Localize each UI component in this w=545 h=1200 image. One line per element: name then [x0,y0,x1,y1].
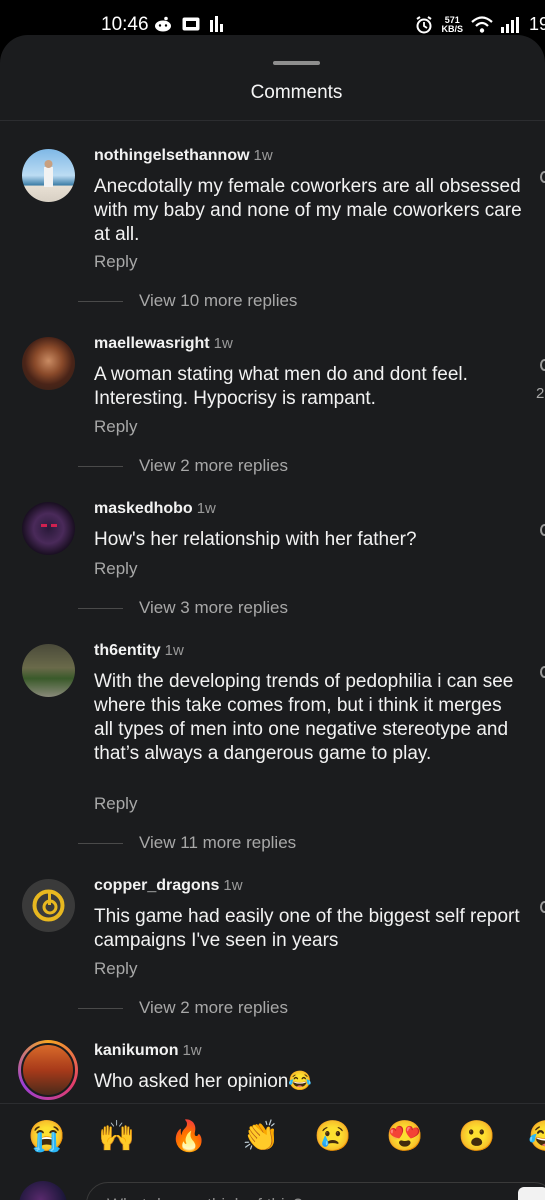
reply-button[interactable]: Reply [94,252,137,272]
emoji-raised-hands[interactable]: 🙌 [98,1120,135,1154]
comment-username[interactable]: copper_dragons [94,877,219,894]
replies-divider [78,300,123,302]
like-icon[interactable] [540,666,545,678]
comment-username-line: maskedhobo 1w [94,500,216,518]
comments-sheet: Comments nothingelsethannow 1w Anecdotall… [0,35,545,1200]
view-replies-label: View 2 more replies [139,456,288,475]
like-icon[interactable] [540,524,545,536]
comment-text: How's her relationship with her father? [94,529,417,550]
comment-username[interactable]: maskedhobo [94,500,193,517]
status-right-icons: 571 KB/S 19 [415,14,545,35]
emoji-fire[interactable]: 🔥 [170,1120,207,1154]
gb-badge-icon [182,17,200,31]
wifi-icon [471,15,493,33]
comment-timestamp: 1w [253,147,273,164]
comment-input[interactable]: What do you think of this? [86,1182,545,1200]
comment-timestamp: 1w [164,642,184,659]
gif-sticker-icon[interactable] [518,1187,545,1200]
emoji-sad[interactable]: 😢 [314,1120,351,1154]
sheet-title: Comments [250,82,343,103]
comment-username[interactable]: kanikumon [94,1042,178,1059]
avatar-image [21,1043,75,1097]
cellular-icon [500,16,519,33]
view-more-replies[interactable]: View 2 more replies [78,456,288,476]
comment-username-line: th6entity 1w [94,642,184,660]
view-replies-label: View 2 more replies [139,998,288,1017]
reddit-icon [155,16,171,32]
emoji-laughing[interactable]: 😂 [528,1120,545,1154]
comment-composer: What do you think of this? [0,1173,545,1200]
view-replies-label: View 11 more replies [139,833,297,852]
comment-username-line: maellewasright 1w [94,335,233,353]
network-speed-unit: KB/S [441,23,463,34]
emoji-crying[interactable]: 😭 [28,1120,65,1154]
emoji-reaction-bar: 😭 🙌 🔥 👏 😢 😍 😮 😂 [0,1103,545,1173]
replies-divider [78,607,123,609]
comment-timestamp: 1w [223,877,243,894]
like-count: 2 [536,385,545,402]
emoji-heart-eyes[interactable]: 😍 [386,1120,423,1154]
replies-divider [78,842,123,844]
reply-button[interactable]: Reply [94,559,137,579]
comment-username-line: kanikumon 1w [94,1042,202,1060]
avatar[interactable] [22,149,75,202]
like-icon[interactable] [540,359,545,371]
comment-timestamp: 1w [182,1042,202,1059]
view-replies-label: View 10 more replies [139,291,298,310]
comment-username[interactable]: nothingelsethannow [94,147,250,164]
title-divider [0,120,545,121]
network-speed: 571 KB/S [441,15,463,34]
battery-level: 19 [528,14,545,34]
like-icon[interactable] [540,171,545,183]
replies-divider [78,1007,123,1009]
alarm-icon [416,15,433,33]
comment-timestamp: 1w [196,500,216,517]
drag-handle[interactable] [273,61,320,65]
reply-button[interactable]: Reply [94,417,137,437]
view-more-replies[interactable]: View 3 more replies [78,598,288,618]
status-time: 10:46 [101,14,149,35]
reply-button[interactable]: Reply [94,794,137,814]
user-avatar [19,1181,67,1200]
comment-username[interactable]: maellewasright [94,335,210,352]
comment-timestamp: 1w [213,335,233,352]
signal-bars-icon [210,16,223,32]
comment-text: Anecdotally my female coworkers are all … [94,176,522,245]
comment-text: This game had easily one of the biggest … [94,906,520,951]
comment-username[interactable]: th6entity [94,642,161,659]
comment-username-line: copper_dragons 1w [94,877,243,895]
emoji-clapping[interactable]: 👏 [242,1120,279,1154]
like-icon[interactable] [540,901,545,913]
notification-icons [154,16,226,32]
replies-divider [78,465,123,467]
avatar[interactable] [18,1040,78,1100]
view-more-replies[interactable]: View 2 more replies [78,998,288,1018]
avatar[interactable] [22,879,75,932]
view-more-replies[interactable]: View 11 more replies [78,833,296,853]
emoji-surprised[interactable]: 😮 [458,1120,495,1154]
avatar[interactable] [22,337,75,390]
view-more-replies[interactable]: View 10 more replies [78,291,297,311]
comment-text: A woman stating what men do and dont fee… [94,364,468,409]
comment-text: Who asked her opinion😂 [94,1071,312,1092]
avatar[interactable] [22,644,75,697]
avatar[interactable] [22,502,75,555]
view-replies-label: View 3 more replies [139,598,288,617]
comment-text: With the developing trends of pedophilia… [94,671,514,764]
reply-button[interactable]: Reply [94,959,137,979]
comment-username-line: nothingelsethannow 1w [94,147,273,165]
